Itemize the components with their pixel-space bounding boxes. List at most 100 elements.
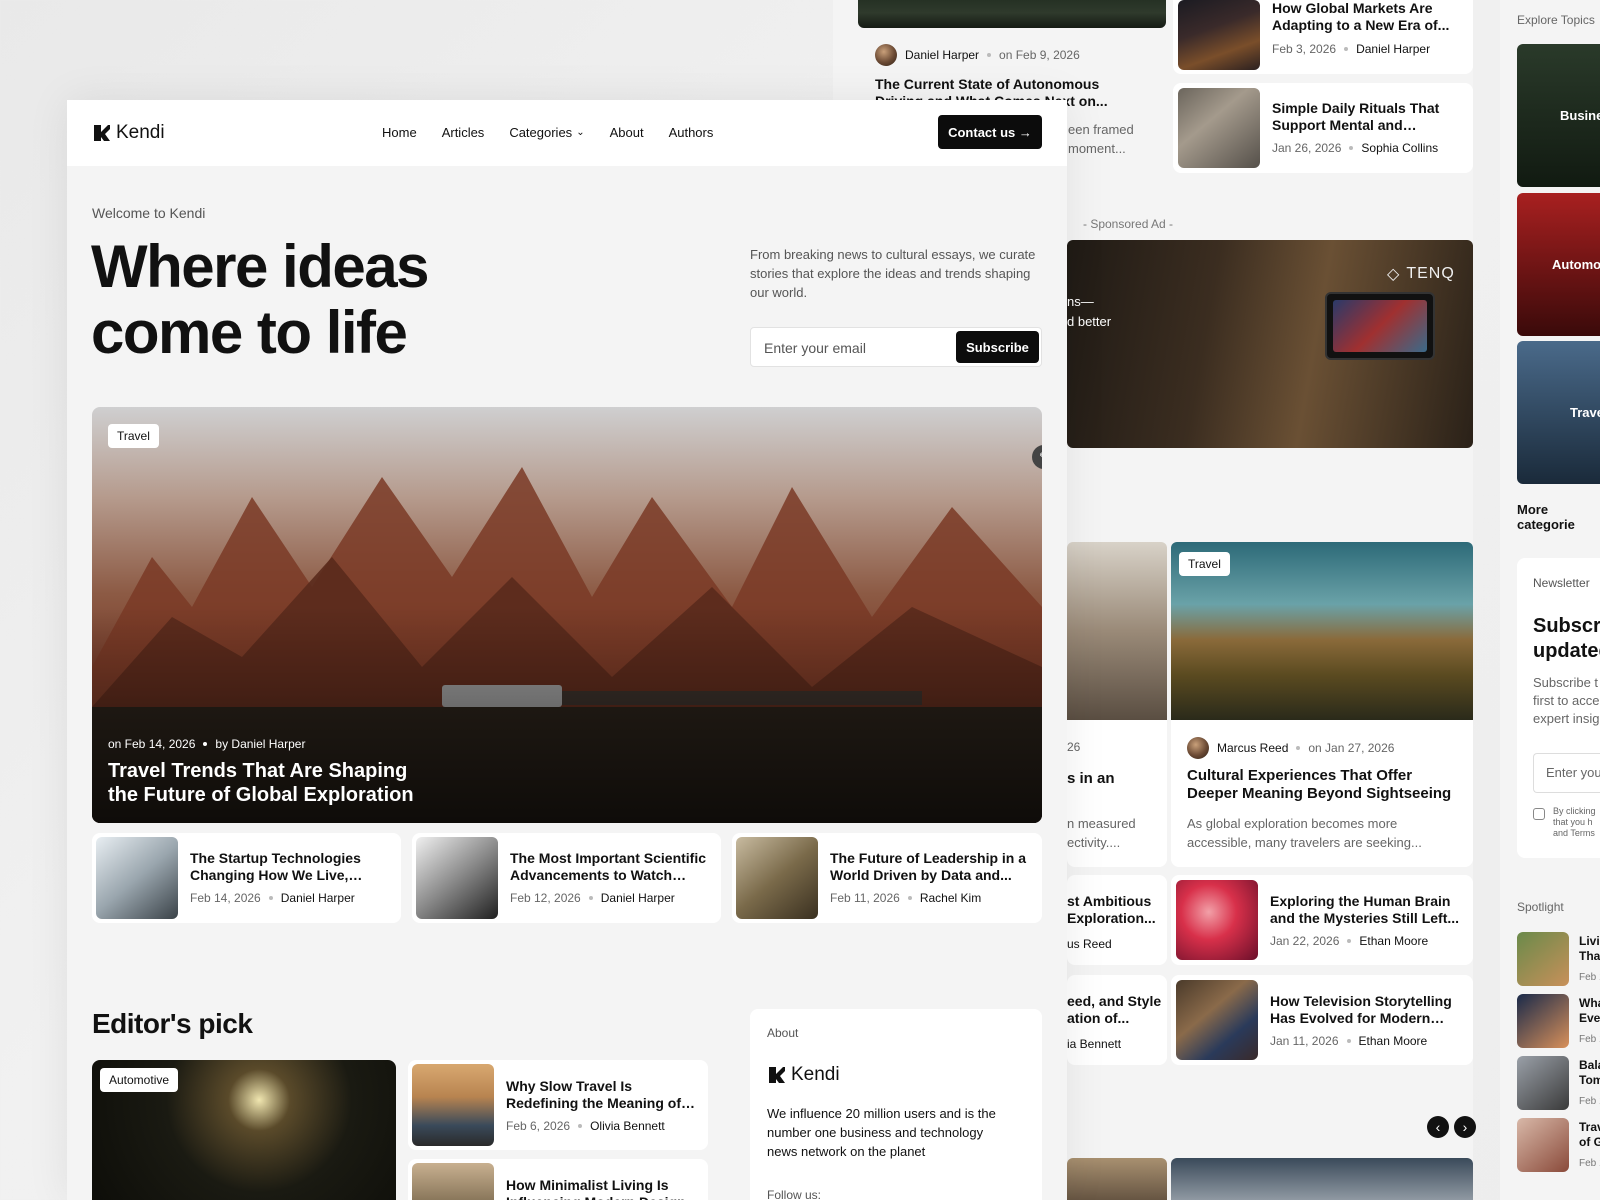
nav-about[interactable]: About: [610, 125, 644, 140]
article-title[interactable]: The Most Important Scientific Advancemen…: [510, 850, 710, 884]
sponsored-label: - Sponsored Ad -: [1083, 217, 1174, 231]
article-meta: Daniel Harper on Feb 9, 2026: [875, 44, 1080, 66]
article-thumbnail: [96, 837, 178, 919]
article-title[interactable]: The Future of Leadership in a World Driv…: [830, 850, 1030, 884]
list-item-title[interactable]: How Television Storytelling Has Evolved …: [1270, 993, 1465, 1027]
list-item-meta: Feb 3, 2026 Daniel Harper: [1272, 42, 1431, 56]
about-label: About: [767, 1026, 799, 1040]
list-item-meta: Jan 26, 2026 Sophia Collins: [1272, 141, 1439, 155]
email-input[interactable]: Enter your email: [764, 340, 866, 356]
featured-meta: on Feb 14, 2026 by Daniel Harper: [108, 737, 306, 751]
about-card: About Kendi We influence 20 million user…: [750, 1009, 1042, 1200]
featured-article-card[interactable]: Travel ✎ on Feb 14, 2026 by Daniel Harpe…: [92, 407, 1042, 823]
logo-text: Kendi: [116, 122, 165, 143]
list-item[interactable]: eed, and Style ation of... ia Bennett: [1067, 975, 1167, 1065]
author-name[interactable]: Daniel Harper: [905, 48, 979, 62]
newsletter-label: Newsletter: [1533, 576, 1590, 590]
nav-links: Home Articles Categories ⌄ About Authors: [382, 125, 713, 140]
list-item-title[interactable]: How Global Markets Are Adapting to a New…: [1272, 0, 1462, 34]
article-title[interactable]: Cultural Experiences That Offer Deeper M…: [1187, 767, 1462, 803]
more-categories-link[interactable]: More categorie: [1517, 502, 1600, 532]
nav-categories[interactable]: Categories ⌄: [509, 125, 584, 140]
author-name[interactable]: Marcus Reed: [1217, 741, 1288, 755]
topic-card-automotive[interactable]: Automo: [1517, 193, 1600, 336]
brand-icon: ◇: [1387, 266, 1401, 283]
newsletter-title: Subscri updated: [1533, 615, 1600, 662]
nav-home[interactable]: Home: [382, 125, 417, 140]
hero-description: From breaking news to cultural essays, w…: [750, 247, 1036, 300]
carousel-next-button[interactable]: ›: [1454, 1116, 1476, 1138]
article-thumbnail: [1176, 980, 1258, 1060]
contact-us-button[interactable]: Contact us →: [938, 115, 1042, 149]
chevron-down-icon: ⌄: [576, 127, 585, 138]
newsletter-email-input[interactable]: Enter you: [1533, 753, 1600, 793]
subscribe-form: Enter your email Subscribe: [750, 327, 1042, 367]
category-badge[interactable]: Automotive: [100, 1068, 179, 1092]
article-thumbnail: [736, 837, 818, 919]
logo[interactable]: Kendi: [92, 122, 165, 144]
tablet-illustration: [1325, 292, 1435, 360]
list-item[interactable]: How Global Markets Are Adapting to a New…: [1173, 0, 1473, 74]
article-thumbnail: [1178, 88, 1260, 168]
spotlight-item[interactable]: Travof G Feb 1: [1517, 1118, 1600, 1174]
list-item[interactable]: Simple Daily Rituals That Support Mental…: [1173, 83, 1473, 173]
author-avatar: [875, 44, 897, 66]
about-text: We influence 20 million users and is the…: [767, 1106, 996, 1159]
editors-pick-main-card[interactable]: Automotive: [92, 1060, 396, 1200]
topic-card-travel[interactable]: Trave: [1517, 341, 1600, 484]
ad-brand: ◇ TENQ: [1387, 265, 1455, 283]
list-item-title[interactable]: Simple Daily Rituals That Support Mental…: [1272, 100, 1462, 134]
category-badge[interactable]: Travel: [1179, 552, 1230, 576]
consent-text: By clicking that you h and Terms: [1553, 806, 1596, 838]
mini-article-card[interactable]: The Future of Leadership in a World Driv…: [732, 833, 1042, 923]
article-excerpt: een framed moment...: [1068, 122, 1134, 156]
top-navigation: Kendi Home Articles Categories ⌄ About A…: [67, 100, 1067, 166]
spotlight-item[interactable]: WhatEver Feb 1: [1517, 994, 1600, 1050]
article-image[interactable]: [1067, 1158, 1167, 1200]
ad-text: ns— d better: [1067, 294, 1112, 329]
topic-card-business[interactable]: Busine: [1517, 44, 1600, 187]
list-item[interactable]: st Ambitious Exploration... us Reed: [1067, 875, 1167, 965]
list-item-title[interactable]: Exploring the Human Brain and the Myster…: [1270, 893, 1465, 927]
nav-articles[interactable]: Articles: [442, 125, 485, 140]
carousel-prev-button[interactable]: ‹: [1427, 1116, 1449, 1138]
mini-article-card[interactable]: The Startup Technologies Changing How We…: [92, 833, 401, 923]
explore-topics-title: Explore Topics: [1517, 13, 1595, 27]
article-date: on Feb 9, 2026: [999, 48, 1080, 62]
logo-icon: [94, 125, 110, 141]
nav-authors[interactable]: Authors: [669, 125, 714, 140]
right-sidebar: Explore Topics Busine Automo Trave More …: [1500, 0, 1600, 1200]
spotlight-item[interactable]: BalaTom Feb 1: [1517, 1056, 1600, 1112]
article-image: [1067, 542, 1167, 720]
article-card[interactable]: 26 s in an n measured ectivity....: [1067, 542, 1167, 867]
list-item[interactable]: Exploring the Human Brain and the Myster…: [1171, 875, 1473, 965]
about-logo: Kendi: [767, 1064, 840, 1086]
category-badge[interactable]: Travel: [108, 424, 159, 448]
newsletter-card: Newsletter Subscri updated Subscribe t f…: [1517, 558, 1600, 858]
spotlight-item[interactable]: LivinThat Feb 1: [1517, 932, 1600, 988]
follow-us-label: Follow us:: [767, 1188, 822, 1200]
article-image[interactable]: [1171, 1158, 1473, 1200]
hero-headline: Where ideas come to life: [91, 233, 429, 366]
article-meta: Marcus Reed on Jan 27, 2026: [1187, 737, 1394, 759]
list-item[interactable]: How Television Storytelling Has Evolved …: [1171, 975, 1473, 1065]
editors-pick-item[interactable]: Why Slow Travel Is Redefining the Meanin…: [408, 1060, 708, 1150]
article-title[interactable]: Why Slow Travel Is Redefining the Meanin…: [506, 1078, 701, 1112]
article-image[interactable]: [858, 0, 1166, 28]
consent-checkbox[interactable]: [1533, 808, 1545, 820]
article-title[interactable]: The Startup Technologies Changing How We…: [190, 850, 390, 884]
featured-card[interactable]: Travel Marcus Reed on Jan 27, 2026 Cultu…: [1171, 542, 1473, 867]
logo-icon: [769, 1067, 785, 1083]
sponsored-ad-banner[interactable]: ns— d better ◇ TENQ: [1067, 240, 1473, 448]
featured-title[interactable]: Travel Trends That Are Shaping the Futur…: [108, 759, 438, 807]
article-excerpt: As global exploration becomes more acces…: [1187, 816, 1422, 850]
article-title[interactable]: How Minimalist Living Is Influencing Mod…: [506, 1177, 701, 1200]
spotlight-title: Spotlight: [1517, 900, 1564, 914]
subscribe-button[interactable]: Subscribe: [956, 331, 1039, 363]
author-avatar: [1187, 737, 1209, 759]
editors-pick-title: Editor's pick: [92, 1008, 253, 1039]
mini-article-card[interactable]: The Most Important Scientific Advancemen…: [412, 833, 721, 923]
editors-pick-item[interactable]: How Minimalist Living Is Influencing Mod…: [408, 1159, 708, 1200]
welcome-text: Welcome to Kendi: [92, 205, 206, 221]
front-page: Kendi Home Articles Categories ⌄ About A…: [67, 100, 1067, 1200]
